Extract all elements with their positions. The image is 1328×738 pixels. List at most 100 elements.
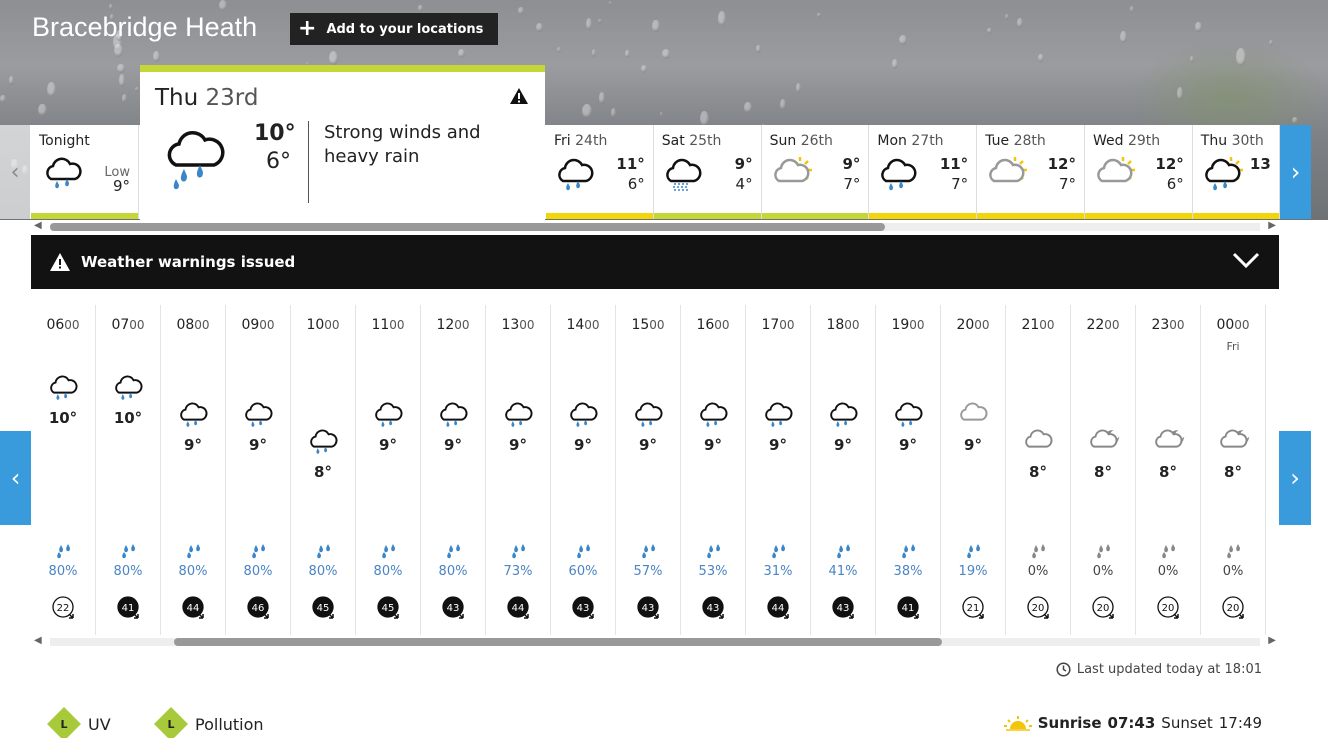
hourly-scrollbar[interactable]: ◀ ▶ [30,635,1280,649]
raindrops-icon [967,544,980,559]
chevron-left-icon: ‹ [10,159,20,185]
hour-column[interactable]: 2100 8° 0% 20 [1006,305,1071,635]
rain-icon [245,402,273,427]
day-tab[interactable]: Thu 30th 13 [1192,125,1280,219]
scroll-thumb[interactable] [174,638,942,646]
minutes: 00 [584,318,600,332]
hour-column[interactable]: 2300 8° 0% 20 [1136,305,1201,635]
raindrops-icon [772,544,785,559]
hour-column[interactable]: 1100 9° 80% 45 [356,305,421,635]
hour-column[interactable]: 0900 9° 80% 46 [226,305,291,635]
cloud-moon-icon [1090,429,1120,448]
hour-column[interactable]: 0700 10° 80% 41 [96,305,161,635]
hour-time: 1900 [876,317,940,333]
day-tab[interactable]: Sun 26th 9° 7° [761,125,870,219]
days-next-button[interactable]: › [1280,125,1311,219]
hour-column[interactable]: 0800 9° 80% 44 [161,305,226,635]
day-name: Fri [554,133,571,149]
rain-icon [440,402,468,427]
day-strip-scrollbar[interactable]: ◀ ▶ [30,220,1280,234]
hour-column[interactable]: 1400 9° 60% 43 [551,305,616,635]
day-label: Thu 30th [1201,133,1264,149]
hour-column[interactable]: 1700 9° 31% 44 [746,305,811,635]
today-description: Strong winds and heavy rain [324,122,481,167]
day-date: 24th [575,133,608,149]
days-prev-button[interactable]: ‹ [0,125,30,219]
scroll-thumb[interactable] [50,223,885,231]
hour-temp: 9° [249,436,267,454]
divider [308,121,309,203]
hour-column[interactable]: 0000 Fri 8° 0% 20 [1201,305,1266,635]
hour: 16 [696,317,715,333]
raindrop [1190,55,1195,63]
rain-icon [830,402,858,427]
scroll-right-icon[interactable]: ▶ [1268,635,1276,646]
raindrop [1037,53,1044,63]
raindrops-icon [447,544,460,559]
rain-chance: 80% [308,564,338,579]
chevron-down-icon[interactable] [1231,245,1261,275]
scroll-left-icon[interactable]: ◀ [34,220,42,231]
wind-speed: 22 [57,603,70,614]
low-temp: 7° [951,175,969,193]
uv-badge[interactable]: L UV [47,707,111,738]
rain-chance: 80% [113,564,143,579]
sun-cloud-icon [1097,157,1135,183]
day-tab-tonight[interactable]: Tonight Low 9° [31,125,139,219]
raindrop [625,49,630,59]
rain-chance: 0% [1157,564,1179,579]
hour-column[interactable]: 2200 8° 0% 20 [1071,305,1136,635]
minutes: 00 [324,318,340,332]
hours-prev-button[interactable]: ‹ [0,431,31,525]
rain-icon [375,402,403,427]
wind-speed: 45 [317,603,330,614]
wind-speed-icon: 20 [1222,596,1244,619]
hour-column[interactable]: 0600 10° 80% 22 [31,305,96,635]
sun-rain-icon [1204,157,1243,191]
raindrop [1130,6,1135,13]
hour-column[interactable]: 1600 9° 53% 43 [681,305,746,635]
hour-time: 2300 [1136,317,1200,333]
hour-temp: 9° [574,436,592,454]
cloud-moon-icon [1220,429,1250,448]
today-panel[interactable]: Thu 23rd 10° 6° Strong winds and heavy r… [140,65,545,220]
weather-warnings-bar[interactable]: Weather warnings issued [31,235,1279,289]
hour-column[interactable]: 2000 9° 19% 21 [941,305,1006,635]
hour-column[interactable]: 1000 8° 80% 45 [291,305,356,635]
day-tab[interactable]: Tue 28th 12° 7° [977,125,1085,219]
hours-next-button[interactable]: › [1279,431,1311,525]
day-tab[interactable]: Wed 29th 12° 6° [1085,125,1193,219]
hour-column[interactable]: 1300 9° 73% 44 [486,305,551,635]
scroll-right-icon[interactable]: ▶ [1268,220,1276,231]
hour-temp: 8° [1224,463,1242,481]
raindrops-icon [512,544,525,559]
high-temp: 11° [616,155,645,173]
hour: 07 [111,317,130,333]
hour-column[interactable]: 1900 9° 38% 41 [876,305,941,635]
last-updated: Last updated today at 18:01 [1056,662,1262,677]
hour-column[interactable]: 1500 9° 57% 43 [616,305,681,635]
pollution-badge[interactable]: L Pollution [154,707,264,738]
scroll-left-icon[interactable]: ◀ [34,635,42,646]
minutes: 00 [649,318,665,332]
hour-time: 1800 [811,317,875,333]
add-location-button[interactable]: + Add to your locations [290,13,498,45]
day-label: Tue 28th [985,133,1046,149]
day-tab[interactable]: Fri 24th 11° 6° [546,125,654,219]
raindrops-icon [707,544,720,559]
hour-column[interactable]: 1800 9° 41% 43 [811,305,876,635]
day-tab[interactable]: Sat 25th 9° 4° [653,125,762,219]
hour-column[interactable]: 1200 9° 80% 43 [421,305,486,635]
raindrops-icon [1227,544,1240,559]
uv-label: UV [88,714,111,734]
raindrop [582,104,592,119]
raindrop [898,35,907,46]
today-high: 10° [254,121,296,146]
location-title: Bracebridge Heath [32,12,258,42]
rain-icon [180,402,208,427]
rain-chance: 80% [438,564,468,579]
day-tab[interactable]: Mon 27th 11° 7° [869,125,978,219]
rain-chance: 38% [893,564,923,579]
raindrop [817,13,821,18]
today-day-label: Thu 23rd [155,85,258,111]
